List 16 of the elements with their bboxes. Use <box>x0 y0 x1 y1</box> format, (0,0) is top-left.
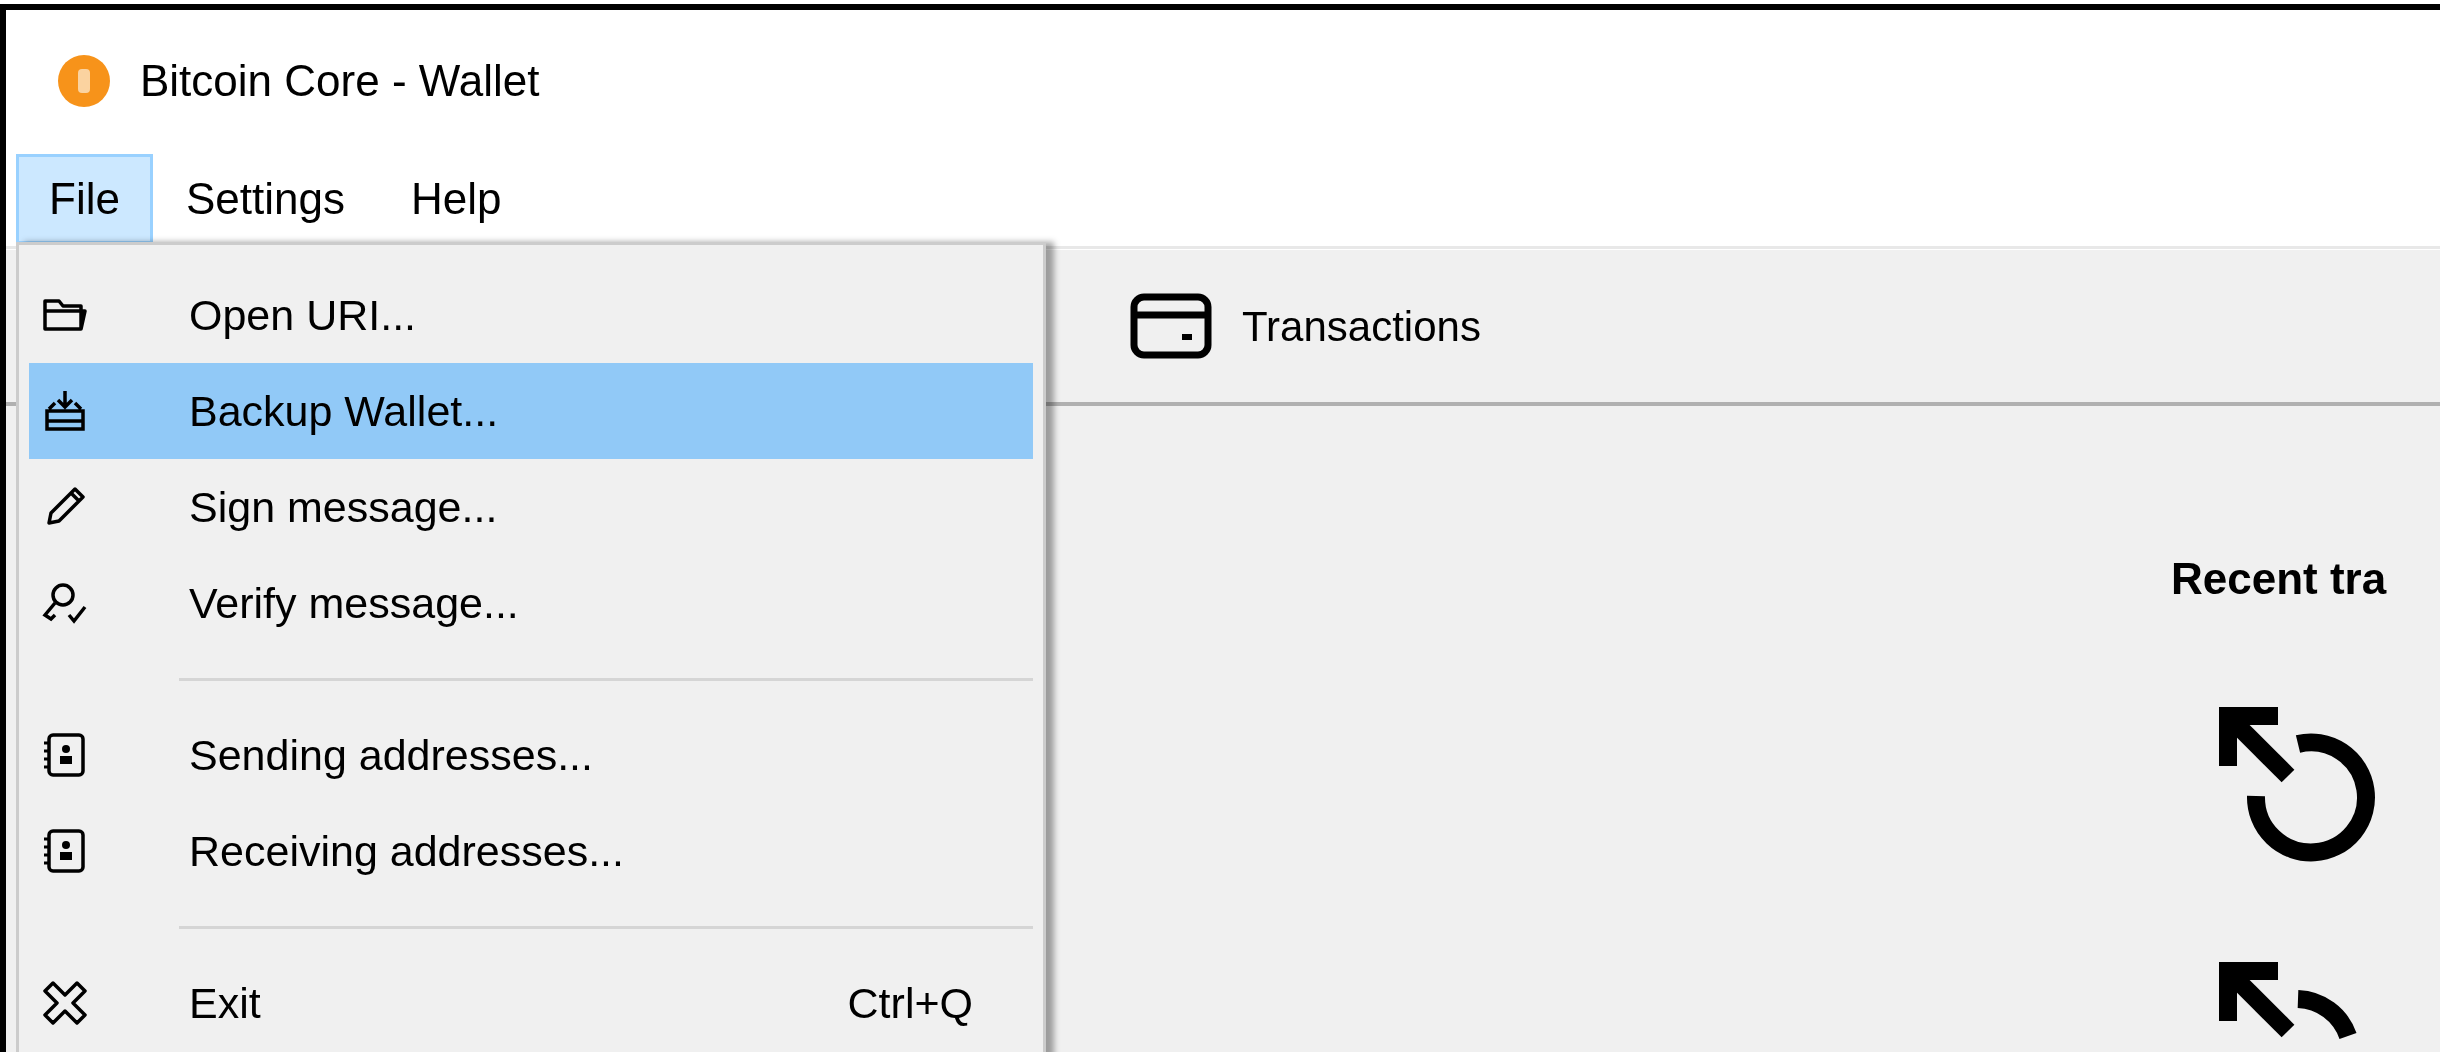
menu-item[interactable]: Open URI... <box>29 267 1033 363</box>
menu-item[interactable]: Sending addresses... <box>29 707 1033 803</box>
menu-bar-item[interactable]: File <box>16 153 153 244</box>
menu-item[interactable]: Exit Ctrl+Q <box>29 955 1033 1051</box>
window-title: Bitcoin Core - Wallet <box>140 54 540 107</box>
toolbar-tab[interactable]: Transactions <box>1130 293 1481 359</box>
menu-item[interactable]: Sign message... <box>29 459 1033 555</box>
section-heading: Recent tra <box>2171 553 2387 605</box>
menu-bar-item[interactable]: Help <box>377 153 535 244</box>
menu-item[interactable]: Verify message... <box>29 555 1033 651</box>
menu-item[interactable]: Backup Wallet... <box>29 363 1033 459</box>
menu-item[interactable]: Receiving addresses... <box>29 803 1033 899</box>
close-icon <box>41 979 89 1027</box>
app-logo-icon <box>58 54 110 107</box>
menu-bar-item[interactable]: Settings <box>152 153 378 244</box>
card-icon <box>1130 293 1212 359</box>
